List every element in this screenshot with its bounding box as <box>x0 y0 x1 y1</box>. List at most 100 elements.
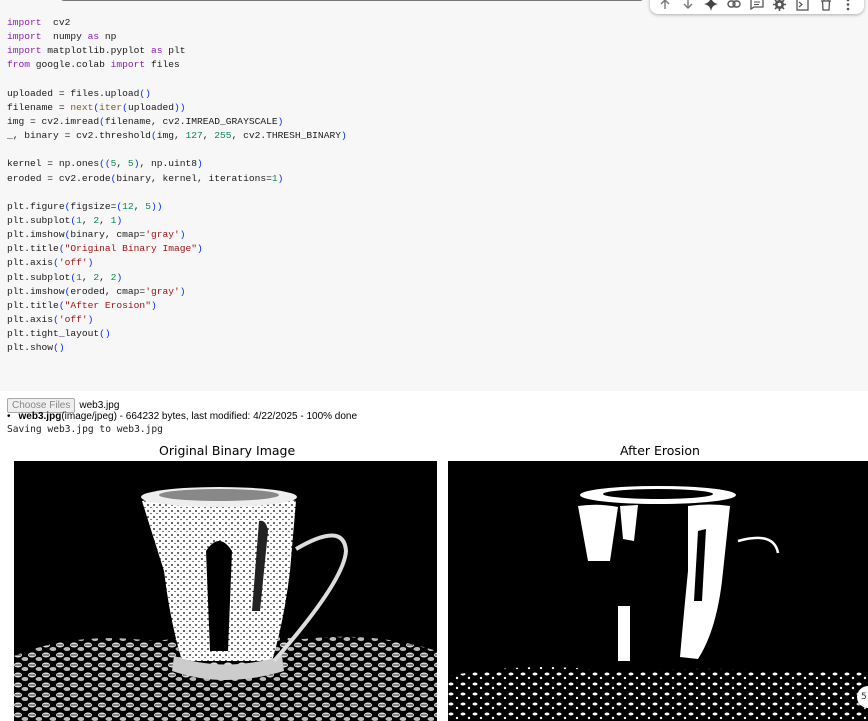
code-line: filename = next(iter(uploaded)) <box>7 101 347 115</box>
code-line: eroded = cv2.erode(binary, kernel, itera… <box>7 172 347 186</box>
code-token: 'gray' <box>145 229 180 241</box>
code-token: () <box>53 342 65 354</box>
code-token: ) <box>87 257 94 269</box>
code-line: plt.subplot(1, 2, 1) <box>7 214 347 228</box>
code-token: 12 <box>122 200 134 212</box>
code-token: matplotlib.pyplot <box>41 45 151 57</box>
code-token: eroded = cv2.erode <box>7 172 111 184</box>
code-line: plt.title("After Erosion") <box>7 299 347 313</box>
code-token: import <box>7 45 42 57</box>
code-token: ) <box>179 229 186 241</box>
plot-title-original: Original Binary Image <box>159 443 296 458</box>
code-token: ) <box>277 172 284 184</box>
code-token: plt.imshow <box>7 285 65 297</box>
code-token: , <box>81 214 94 226</box>
code-token: from <box>7 59 31 71</box>
code-token: google.colab <box>30 59 111 71</box>
code-token: cv2 <box>41 17 71 28</box>
code-token: ) <box>197 243 203 255</box>
code-token: files <box>145 59 180 71</box>
code-line: plt.axis('off') <box>7 313 347 327</box>
code-line: plt.axis('off') <box>7 256 347 270</box>
code-token: , <box>202 130 215 142</box>
code-token: plt.imshow <box>7 229 65 241</box>
code-token: ) <box>277 115 284 127</box>
bullet-icon: • <box>7 411 11 422</box>
original-binary-image <box>14 461 437 721</box>
code-line: plt.imshow(binary, cmap='gray') <box>7 228 347 242</box>
code-line: plt.title("Original Binary Image") <box>7 242 347 256</box>
file-info-name: web3.jpg <box>18 411 62 422</box>
code-token: , <box>99 214 111 226</box>
code-token: numpy <box>41 31 88 43</box>
file-info-details: (image/jpeg) - 664232 bytes, last modifi… <box>61 411 358 422</box>
gemini-spark-icon[interactable] <box>703 0 719 11</box>
code-token: plt.axis <box>7 257 54 269</box>
chosen-file-name: web3.jpg <box>79 400 120 411</box>
arrow-down-icon[interactable] <box>680 0 696 11</box>
code-token: plt.subplot <box>7 214 71 226</box>
cell-output: Choose Files web3.jpg • web3.jpg(image/jp… <box>0 391 868 721</box>
code-line: _, binary = cv2.threshold(img, 127, 255,… <box>7 129 347 143</box>
mirror-cell-icon[interactable] <box>795 0 811 11</box>
code-token: img, <box>156 130 186 142</box>
code-token: iter <box>99 101 123 113</box>
code-token: () <box>139 87 151 99</box>
code-editor[interactable]: import cv2 import numpy as np import matpl… <box>7 16 347 355</box>
plot-title-eroded: After Erosion <box>620 443 700 458</box>
code-token: ) <box>179 285 186 297</box>
code-line: plt.imshow(eroded, cmap='gray') <box>7 285 347 299</box>
code-token: ) <box>116 271 123 283</box>
code-line: plt.figure(figsize=(12, 5)) <box>7 200 347 214</box>
code-token: ) <box>340 130 347 142</box>
code-token: , cv2.THRESH_BINARY <box>231 130 341 142</box>
gear-icon[interactable] <box>772 0 788 11</box>
code-token: "Original Binary Image" <box>64 243 198 255</box>
code-line: img = cv2.imread(filename, cv2.IMREAD_GR… <box>7 115 347 129</box>
code-token: , <box>133 200 146 212</box>
code-token: 'off' <box>58 313 88 325</box>
code-token: plt.subplot <box>7 271 71 283</box>
code-line: uploaded = files.upload() <box>7 87 347 101</box>
code-cell[interactable]: import cv2 import numpy as np import matpl… <box>0 0 868 391</box>
code-token: )) <box>174 101 186 113</box>
code-token: () <box>99 328 111 340</box>
code-token: binary, kernel, iterations= <box>116 172 272 184</box>
code-token: import <box>7 17 42 28</box>
code-line: kernel = np.ones((5, 5), np.uint8) <box>7 157 347 171</box>
code-token: next <box>70 101 94 113</box>
code-token: 'gray' <box>145 285 180 297</box>
comment-icon[interactable] <box>749 0 765 11</box>
code-token: uploaded = files.upload <box>7 87 140 99</box>
code-token: ) <box>116 214 123 226</box>
file-info: • web3.jpg(image/jpeg) - 664232 bytes, la… <box>7 411 357 422</box>
arrow-up-icon[interactable] <box>657 0 673 11</box>
code-token: plt.axis <box>7 313 54 325</box>
code-token: plt <box>162 45 186 57</box>
saving-message: Saving web3.jpg to web3.jpg <box>7 424 163 435</box>
code-token: plt.figure <box>7 200 65 212</box>
code-token: ) <box>197 158 203 170</box>
code-token: ) <box>150 299 157 311</box>
more-vert-icon[interactable] <box>840 0 856 11</box>
code-token: binary, cmap= <box>70 229 146 241</box>
code-token: (( <box>99 158 111 170</box>
code-token: plt.title <box>7 299 59 311</box>
code-token: np <box>99 31 117 43</box>
code-token: plt.tight_layout <box>7 328 100 340</box>
code-token: as <box>87 31 100 43</box>
code-token: plt.title <box>7 243 59 255</box>
trash-icon[interactable] <box>818 0 834 11</box>
code-token: filename = <box>7 101 71 113</box>
code-token: figsize= <box>70 200 117 212</box>
link-icon[interactable] <box>726 0 742 11</box>
code-token: eroded, cmap= <box>70 285 146 297</box>
code-token: 127 <box>185 130 203 142</box>
code-line: import numpy as np <box>7 30 347 44</box>
code-token: 255 <box>214 130 232 142</box>
eroded-image <box>448 461 868 721</box>
code-token: uploaded <box>127 101 174 113</box>
